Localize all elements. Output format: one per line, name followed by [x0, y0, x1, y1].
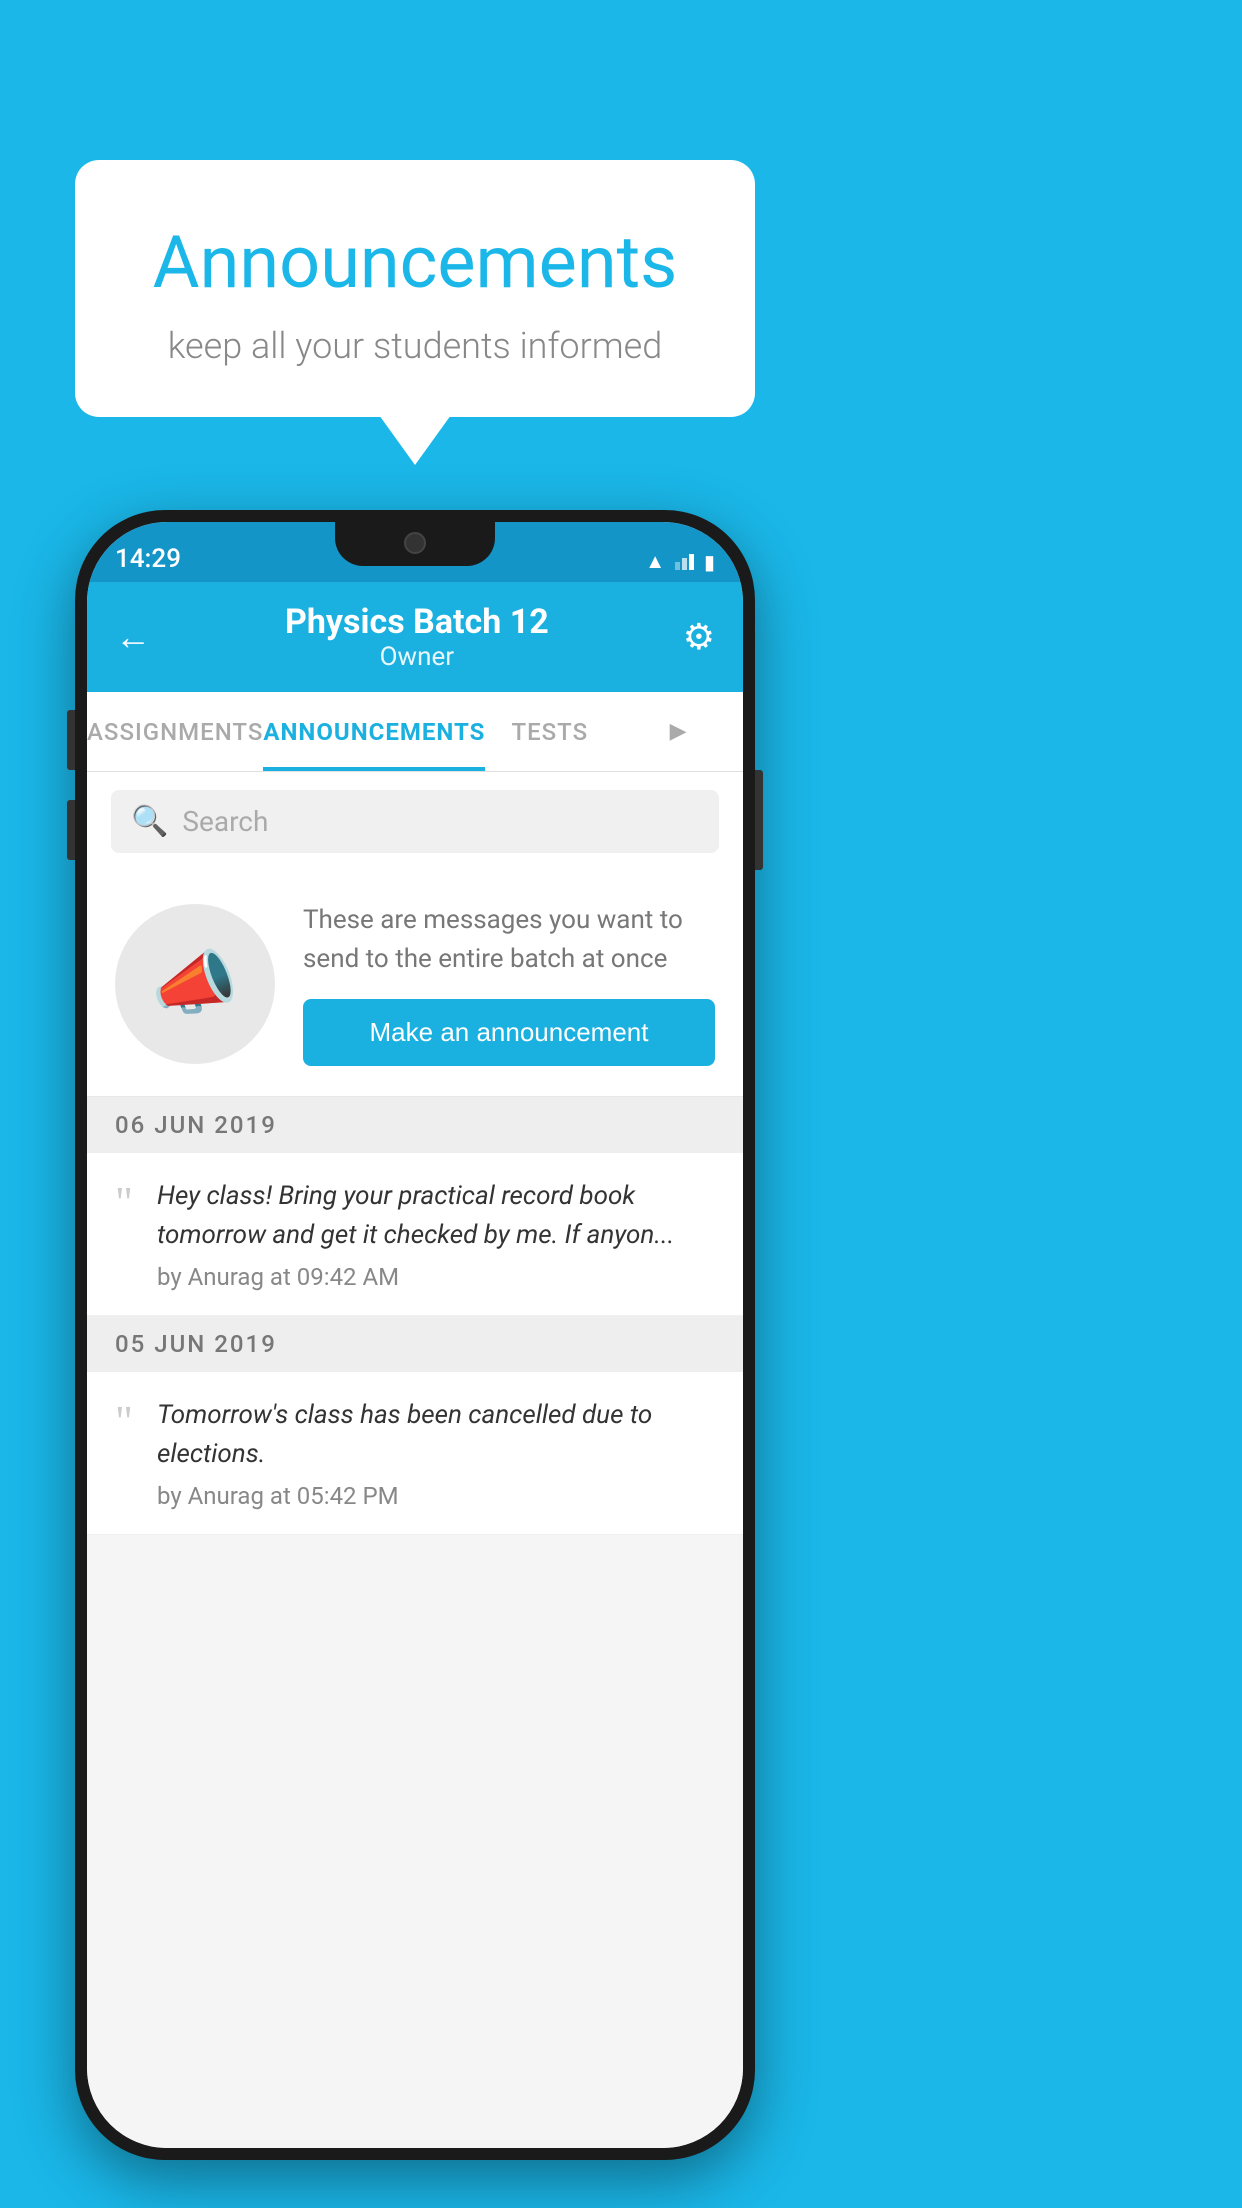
phone-screen: 14:29 ▲ ▮ — [87, 522, 743, 2148]
back-button[interactable]: ← — [115, 616, 151, 658]
promo-section: 📣 These are messages you want to send to… — [87, 871, 743, 1097]
phone-outer: 14:29 ▲ ▮ — [75, 510, 755, 2160]
header-title-block: Physics Batch 12 Owner — [285, 602, 549, 672]
bubble-title: Announcements — [125, 220, 705, 305]
battery-icon: ▮ — [704, 550, 715, 574]
announcement-icon-circle: 📣 — [115, 904, 275, 1064]
status-time: 14:29 — [115, 544, 181, 574]
content-area: 🔍 Search 📣 These are messages you want t… — [87, 772, 743, 2148]
phone-wrapper: 14:29 ▲ ▮ — [75, 510, 755, 2160]
tab-announcements[interactable]: ANNOUNCEMENTS — [263, 692, 485, 771]
announcement-content-1: Hey class! Bring your practical record b… — [157, 1177, 715, 1291]
bubble-subtitle: keep all your students informed — [125, 325, 705, 367]
tabs-bar: ASSIGNMENTS ANNOUNCEMENTS TESTS ▶ — [87, 692, 743, 772]
announcement-item-1[interactable]: " Hey class! Bring your practical record… — [87, 1153, 743, 1316]
search-bar[interactable]: 🔍 Search — [111, 790, 719, 853]
date-separator-1: 06 JUN 2019 — [87, 1097, 743, 1153]
announcement-meta-2: by Anurag at 05:42 PM — [157, 1482, 715, 1510]
announcement-item-2[interactable]: " Tomorrow's class has been cancelled du… — [87, 1372, 743, 1535]
signal-icon — [675, 554, 694, 570]
tab-assignments[interactable]: ASSIGNMENTS — [87, 692, 263, 771]
settings-icon[interactable]: ⚙ — [683, 616, 715, 658]
speech-bubble-card: Announcements keep all your students inf… — [75, 160, 755, 417]
app-header: ← Physics Batch 12 Owner ⚙ — [87, 582, 743, 692]
volume-down-button[interactable] — [67, 800, 75, 860]
promo-right: These are messages you want to send to t… — [303, 901, 715, 1066]
search-bar-container: 🔍 Search — [87, 772, 743, 871]
date-separator-2: 05 JUN 2019 — [87, 1316, 743, 1372]
announcement-content-2: Tomorrow's class has been cancelled due … — [157, 1396, 715, 1510]
tab-tests[interactable]: TESTS — [485, 692, 614, 771]
front-camera — [404, 532, 426, 554]
phone-notch — [335, 522, 495, 566]
announcement-text-1: Hey class! Bring your practical record b… — [157, 1177, 715, 1255]
volume-up-button[interactable] — [67, 710, 75, 770]
status-icons: ▲ ▮ — [645, 549, 715, 574]
user-role: Owner — [285, 642, 549, 672]
megaphone-icon: 📣 — [151, 943, 238, 1025]
quote-icon-1: " — [115, 1181, 133, 1225]
announcement-meta-1: by Anurag at 09:42 AM — [157, 1263, 715, 1291]
quote-icon-2: " — [115, 1400, 133, 1444]
announcement-text-2: Tomorrow's class has been cancelled due … — [157, 1396, 715, 1474]
wifi-icon: ▲ — [645, 549, 665, 574]
batch-name: Physics Batch 12 — [285, 602, 549, 642]
promo-description: These are messages you want to send to t… — [303, 901, 715, 979]
search-placeholder: Search — [182, 805, 268, 838]
search-icon: 🔍 — [131, 804, 168, 839]
power-button[interactable] — [755, 770, 763, 870]
make-announcement-button[interactable]: Make an announcement — [303, 999, 715, 1066]
tab-more[interactable]: ▶ — [614, 692, 743, 771]
